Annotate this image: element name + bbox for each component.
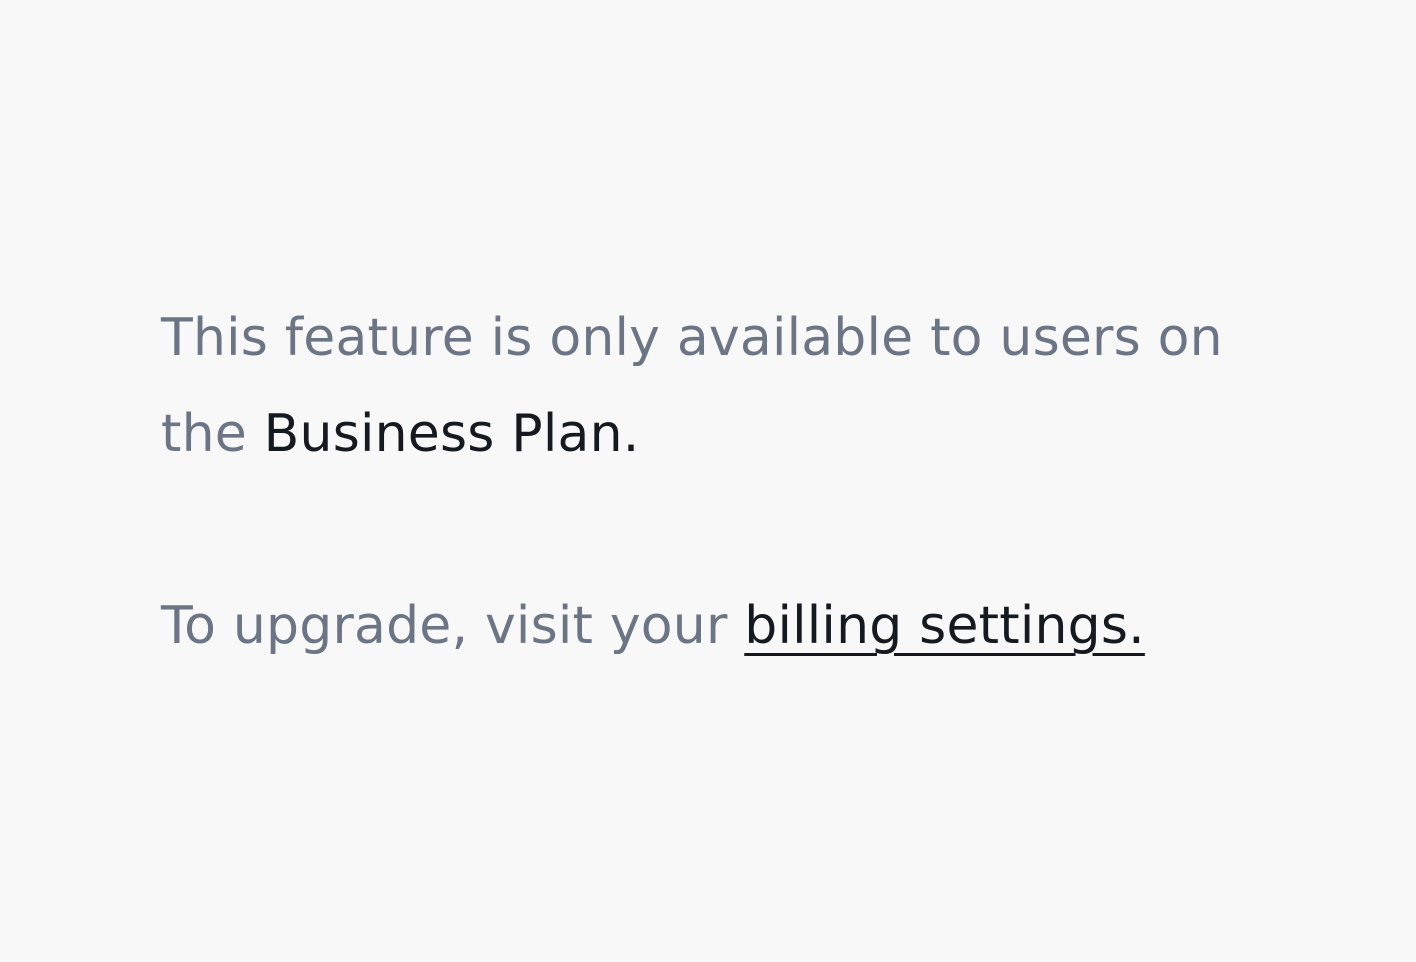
feature-unavailable-message: This feature is only available to users … bbox=[161, 290, 1281, 482]
upgrade-text: To upgrade, visit your bbox=[161, 596, 745, 656]
plan-name: Business Plan. bbox=[263, 404, 640, 464]
upgrade-message: To upgrade, visit your billing settings. bbox=[161, 578, 1145, 674]
feature-restricted-page: This feature is only available to users … bbox=[0, 0, 1416, 962]
billing-settings-link[interactable]: billing settings. bbox=[744, 596, 1145, 656]
